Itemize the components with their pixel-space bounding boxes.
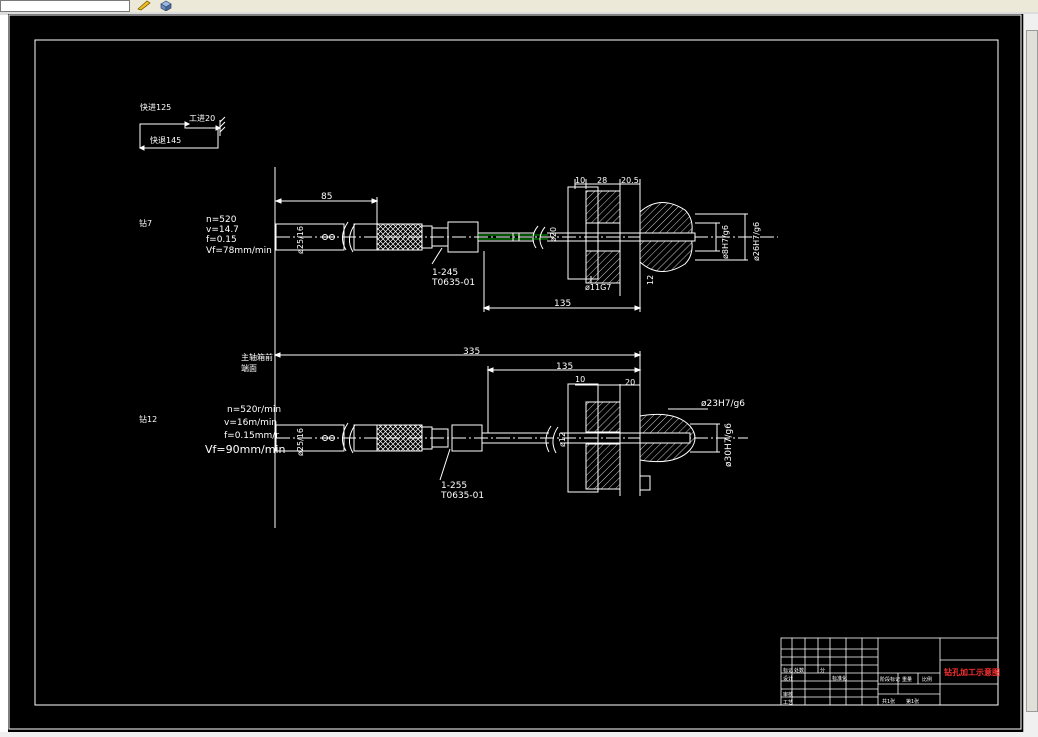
upper-dim-135: 135 <box>554 299 571 309</box>
lower-fit-1: ø23H7/g6 <box>701 399 745 409</box>
vertical-scroll-thumb[interactable] <box>1026 30 1038 712</box>
tb-mark: 标记 <box>783 667 793 674</box>
upper-small-dia: ø20 <box>549 227 558 242</box>
upper-dim-10: 10 <box>575 176 585 185</box>
lower-part-no: 1-255 <box>441 481 467 491</box>
upper-cut-speed: v=14.7 <box>206 225 239 235</box>
cycle-rapid-out: 快退145 <box>150 135 181 145</box>
command-input[interactable] <box>0 0 130 12</box>
upper-bore-fit: ø8H7/g6 <box>721 225 730 259</box>
lower-shank-dia: ø25/16 <box>296 428 305 456</box>
lower-feed: f=0.15mm/r <box>224 431 279 441</box>
lower-tool-label: 钻12 <box>139 414 157 424</box>
upper-bore2-fit: ø26H7/g6 <box>752 222 761 261</box>
tb-standard: 标准化 <box>832 675 847 682</box>
drawing-viewport[interactable]: 快进125 工进20 快退145 钻7 n=520 v=14.7 f=0.15 … <box>8 14 1023 732</box>
upper-dim-85: 85 <box>321 192 332 202</box>
tb-count: 处数 <box>794 667 804 674</box>
upper-feed-rate: Vf=78mm/min <box>206 246 272 256</box>
vertical-scrollbar[interactable] <box>1023 14 1038 732</box>
tb-scale: 比例 <box>922 676 932 683</box>
upper-part-no: 1-245 <box>432 268 458 278</box>
cad-drawing: 快进125 工进20 快退145 钻7 n=520 v=14.7 f=0.15 … <box>8 14 1022 730</box>
upper-speed: n=520 <box>206 215 237 225</box>
upper-guide-dia: ø11G7 <box>585 283 611 292</box>
tb-design: 设计 <box>783 675 793 682</box>
lower-speed: n=520r/min <box>227 405 281 415</box>
tb-sheet: 第1张 <box>906 698 919 705</box>
cycle-rapid-in: 快进125 <box>140 102 171 112</box>
lower-dim-10: 10 <box>575 375 585 384</box>
lower-feed-rate: Vf=90mm/min <box>205 443 286 456</box>
lower-part-code: T0635-01 <box>440 491 484 501</box>
upper-dim-20-5: 20.5 <box>621 176 639 185</box>
tb-title: 钻孔加工示意图 <box>944 667 1000 677</box>
tb-weight: 重量 <box>902 676 912 683</box>
upper-part-code: T0635-01 <box>431 278 475 288</box>
cycle-diagram: 快进125 工进20 快退145 <box>138 102 226 151</box>
lower-cut-speed: v=16m/min <box>224 418 277 428</box>
tb-review: 审核 <box>783 691 793 698</box>
lower-dim-20: 20 <box>625 378 635 387</box>
upper-shank-dia: ø25/16 <box>296 226 305 254</box>
spindle-dim-335: 335 <box>463 347 480 357</box>
lower-dim-135: 135 <box>556 362 573 372</box>
pencil-icon[interactable] <box>136 0 152 11</box>
tb-sheets: 共1张 <box>882 698 895 705</box>
lower-fit-2: ø30H7/g6 <box>724 423 734 467</box>
tb-stage: 阶段标记 <box>880 676 900 683</box>
horizontal-scrollbar[interactable] <box>0 732 1038 737</box>
upper-dim-12: 12 <box>646 275 655 285</box>
upper-dim-28: 28 <box>597 176 607 185</box>
spindle-dimension: 主轴箱前 端面 335 <box>241 347 642 396</box>
upper-tool-label: 钻7 <box>139 218 152 228</box>
cycle-work-feed: 工进20 <box>189 114 215 123</box>
lower-inner-dia: ø12 <box>558 432 567 447</box>
upper-feed: f=0.15 <box>206 235 237 245</box>
sheet-outer-border <box>8 14 1022 730</box>
upper-tool-assembly: 钻7 n=520 v=14.7 f=0.15 Vf=78mm/min ø25/1… <box>139 176 778 312</box>
tb-process: 工艺 <box>783 700 793 706</box>
cube-icon[interactable] <box>158 0 174 11</box>
spindle-label-2: 端面 <box>241 363 257 373</box>
title-block: 标记 处数 分 设计 标准化 审核 工艺 阶段标记 重量 比例 共1张 第1张 … <box>780 637 1000 706</box>
lower-tool-assembly: 钻12 n=520r/min v=16m/min f=0.15mm/r Vf=9… <box>139 362 748 501</box>
spindle-label-1: 主轴箱前 <box>241 352 273 362</box>
tb-zone: 分 <box>820 667 825 674</box>
